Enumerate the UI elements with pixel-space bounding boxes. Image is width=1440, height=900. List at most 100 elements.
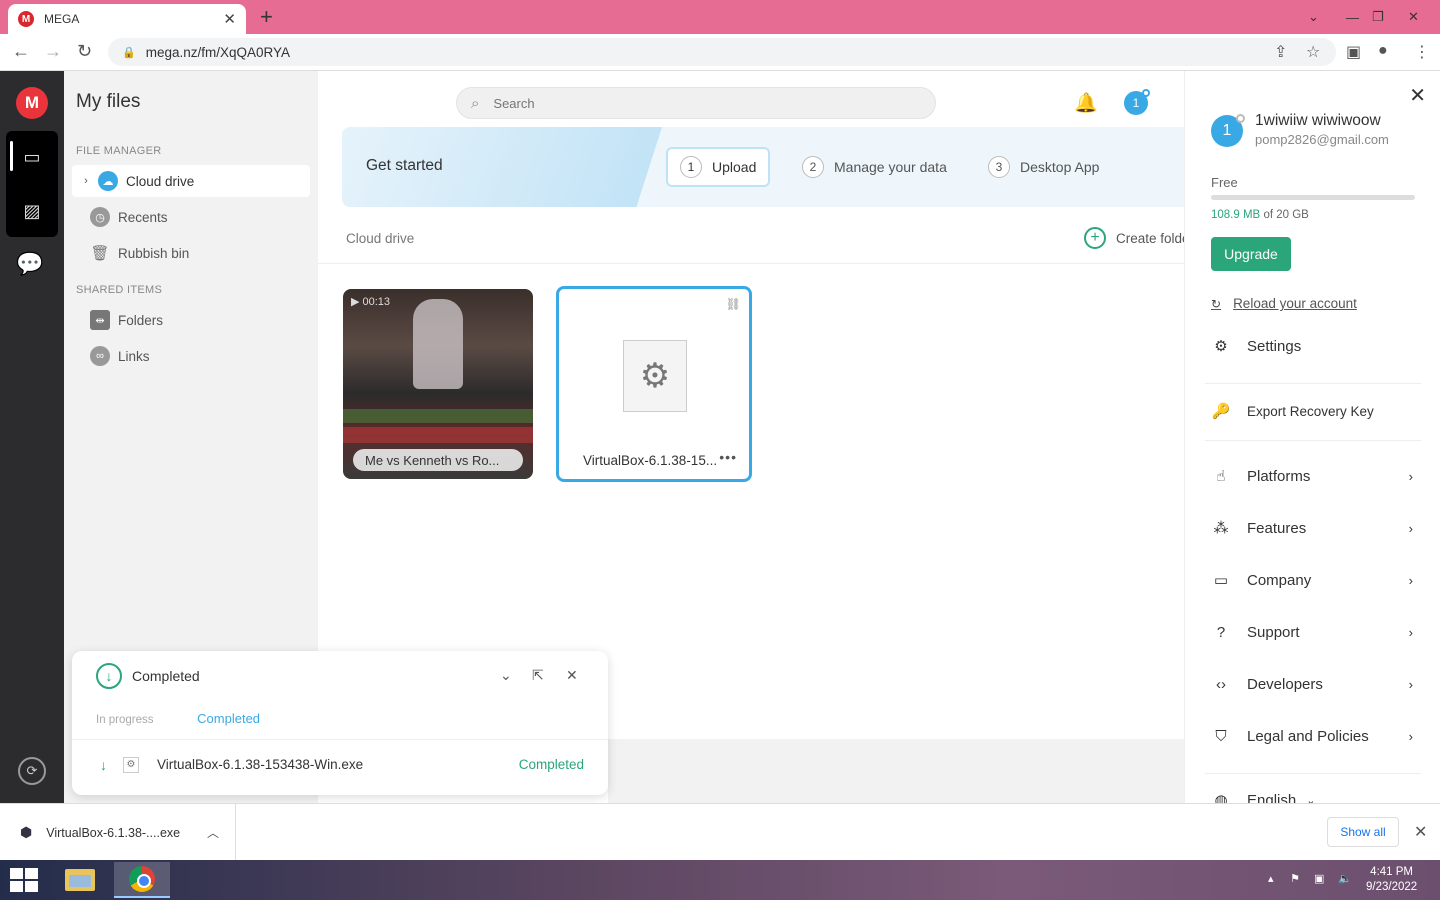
menu-settings[interactable]: ⚙ Settings — [1211, 331, 1415, 361]
status-dot — [1236, 114, 1245, 123]
page-title: My files — [76, 91, 141, 112]
link-icon: ∞ — [90, 346, 110, 366]
rail-group: ▭ ▨ — [6, 131, 58, 237]
step-upload[interactable]: 1 Upload — [666, 147, 771, 187]
step-manage-data[interactable]: 2 Manage your data — [790, 147, 959, 187]
sidebar-item-rubbish-bin[interactable]: 🗑 Rubbish bin — [72, 237, 310, 269]
clock-icon: ◷ — [90, 207, 110, 227]
close-download-bar-icon[interactable]: ✕ — [1414, 822, 1427, 842]
reload-icon[interactable]: ↻ — [77, 41, 92, 62]
show-all-button[interactable]: Show all — [1327, 817, 1399, 847]
menu-label: Company — [1247, 571, 1312, 589]
windows-start-icon[interactable] — [10, 868, 38, 892]
mega-favicon-icon: M — [18, 11, 34, 27]
code-icon: ‹› — [1216, 675, 1226, 693]
browser-tab[interactable]: M MEGA ✕ — [8, 4, 246, 34]
transfer-file-name: VirtualBox-6.1.38-153438-Win.exe — [157, 757, 364, 772]
share-icon[interactable]: ⇪ — [1274, 42, 1287, 62]
search-input[interactable] — [493, 95, 894, 111]
chevron-right-icon[interactable]: › — [78, 175, 94, 187]
file-tile-exe[interactable]: ⛓ ⚙ VirtualBox-6.1.38-15... ••• — [556, 286, 752, 482]
volume-icon[interactable]: 🔈 — [1338, 872, 1352, 885]
menu-developers[interactable]: ‹› Developers › — [1211, 669, 1415, 699]
menu-label: Platforms — [1247, 467, 1311, 485]
notifications-bell-icon[interactable]: 🔔 — [1074, 91, 1098, 115]
chrome-icon[interactable] — [114, 862, 170, 898]
reload-account-link[interactable]: ↻ Reload your account — [1211, 296, 1357, 311]
menu-platforms[interactable]: ☝ Platforms › — [1211, 461, 1415, 491]
restore-button[interactable]: ❐ — [1372, 0, 1384, 34]
file-tile-video[interactable]: ▶ 00:13 Me vs Kenneth vs Ro... — [343, 289, 533, 479]
side-panel-icon[interactable]: ▣ — [1346, 42, 1361, 62]
transfer-panel: ↓ Completed ⌄ ⇱ ✕ In progress Completed … — [72, 651, 608, 795]
menu-language[interactable]: ◍ English ⌄ — [1211, 785, 1415, 804]
url-field[interactable]: 🔒 mega.nz/fm/XqQA0RYA — [108, 38, 1336, 66]
download-arrow-icon: ↓ — [100, 756, 107, 773]
bookmark-star-icon[interactable]: ☆ — [1306, 42, 1320, 62]
mega-logo[interactable]: M — [16, 87, 48, 119]
breadcrumb[interactable]: Cloud drive — [346, 231, 414, 246]
avatar[interactable]: 1 — [1124, 89, 1150, 115]
file-explorer-icon[interactable] — [52, 862, 108, 898]
sidebar-item-links[interactable]: ∞ Links — [72, 340, 310, 372]
step-label: Upload — [712, 159, 757, 175]
new-tab-button[interactable]: + — [260, 4, 273, 30]
shield-icon: ⛉ — [1215, 727, 1227, 745]
expand-icon[interactable]: ⇱ — [532, 667, 544, 684]
system-clock[interactable]: 4:41 PM 9/23/2022 — [1366, 865, 1417, 895]
browser-menu-icon[interactable]: ⋮ — [1414, 42, 1430, 62]
close-icon[interactable]: ✕ — [566, 667, 578, 684]
chevron-right-icon: › — [1408, 676, 1413, 692]
menu-support[interactable]: ? Support › — [1211, 617, 1415, 647]
minimize-button[interactable]: — — [1346, 0, 1359, 34]
tab-completed[interactable]: Completed — [197, 711, 260, 726]
tab-in-progress[interactable]: In progress — [96, 714, 154, 726]
transfer-tabs: In progress Completed — [96, 711, 260, 726]
plus-icon: + — [1084, 227, 1106, 249]
chevron-up-icon[interactable]: ︿ — [207, 824, 219, 841]
get-started-banner: Get started 1 Upload 2 Manage your data … — [342, 127, 1184, 207]
profile-icon[interactable]: ● — [1378, 42, 1388, 60]
chevron-right-icon: › — [1408, 520, 1413, 536]
gear-icon: ⚙ — [1214, 338, 1228, 355]
video-thumbnail-band — [343, 409, 533, 423]
divider — [1205, 383, 1421, 384]
upgrade-button[interactable]: Upgrade — [1211, 237, 1291, 271]
transfer-row[interactable]: ↓ ⚙ VirtualBox-6.1.38-153438-Win.exe Com… — [72, 739, 608, 789]
create-folder-button[interactable]: + Create folder — [1084, 227, 1184, 249]
sidebar-item-cloud-drive[interactable]: › ☁ Cloud drive — [72, 165, 310, 197]
download-file-name: VirtualBox-6.1.38-....exe — [46, 825, 181, 840]
menu-company[interactable]: ▭ Company › — [1211, 565, 1415, 595]
touch-icon: ☝ — [1216, 468, 1226, 485]
back-icon[interactable]: ← — [12, 41, 30, 62]
sidebar-item-folders[interactable]: ⇹ Folders — [72, 304, 310, 336]
search-bar[interactable]: ⌕ — [456, 87, 936, 119]
menu-export-recovery-key[interactable]: 🔑 Export Recovery Key — [1211, 396, 1415, 426]
gear-icon: ⚙ — [623, 340, 687, 412]
close-icon[interactable]: ✕ — [1409, 83, 1426, 108]
cloud-drive-rail-icon[interactable]: ▭ — [16, 141, 48, 173]
chat-icon[interactable]: 💬 — [16, 251, 43, 277]
network-icon[interactable]: ▣ — [1314, 872, 1324, 885]
more-options-icon[interactable]: ••• — [719, 449, 737, 465]
collapse-chevron-icon[interactable]: ⌄ — [500, 667, 512, 684]
sidebar-item-recents[interactable]: ◷ Recents — [72, 201, 310, 233]
storage-used: 108.9 MB — [1211, 209, 1261, 221]
tab-close-icon[interactable]: ✕ — [223, 10, 236, 28]
tray-expand-icon[interactable]: ▴ — [1268, 872, 1274, 885]
menu-legal[interactable]: ⛉ Legal and Policies › — [1211, 721, 1415, 751]
forward-icon[interactable]: → — [44, 41, 62, 62]
browser-tab-bar: M MEGA ✕ + ⌄ — ❐ ✕ — [0, 0, 1440, 34]
sync-icon[interactable]: ⟳ — [18, 757, 46, 785]
chevron-right-icon: › — [1408, 468, 1413, 484]
photos-rail-icon[interactable]: ▨ — [16, 195, 48, 227]
flag-icon[interactable]: ⚑ — [1290, 872, 1300, 885]
avatar-initial: 1 — [1132, 96, 1140, 110]
download-item[interactable]: ⬢ VirtualBox-6.1.38-....exe ︿ — [14, 804, 236, 861]
step-number: 1 — [680, 156, 702, 178]
close-window-button[interactable]: ✕ — [1408, 0, 1419, 34]
video-duration: ▶ 00:13 — [351, 296, 391, 308]
menu-features[interactable]: ⁂ Features › — [1211, 513, 1415, 543]
step-desktop-app[interactable]: 3 Desktop App — [976, 147, 1111, 187]
tab-search-chevron-icon[interactable]: ⌄ — [1308, 0, 1319, 34]
